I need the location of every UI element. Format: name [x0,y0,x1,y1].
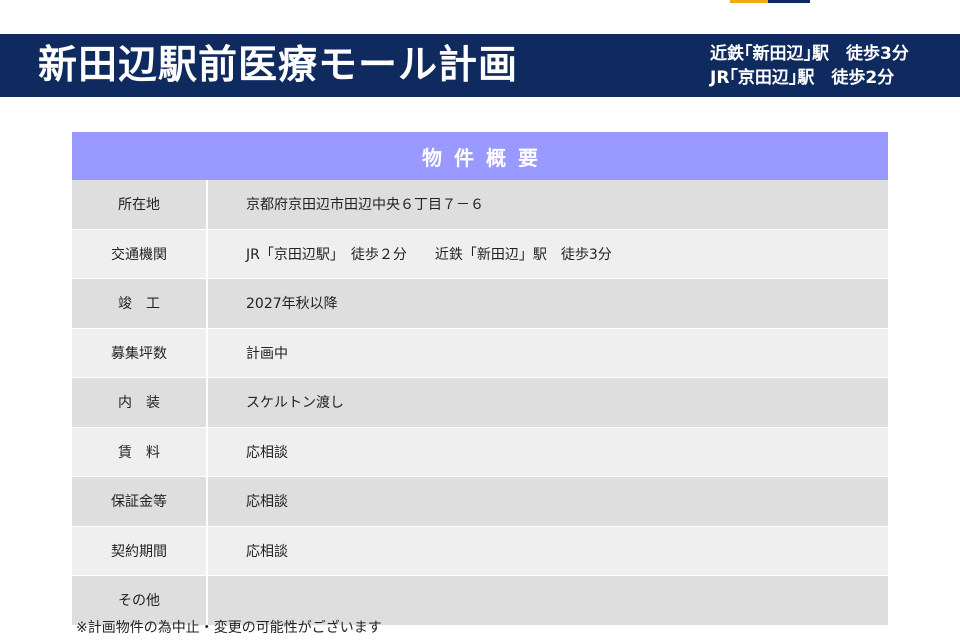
page-title: 新田辺駅前医療モール計画 [38,43,519,88]
table-row-completion: 竣 工 2027年秋以降 [72,278,888,328]
row-label: 賃 料 [72,427,208,476]
property-overview-table: 物件概要 所在地 京都府京田辺市田辺中央６丁目７－６ 交通機関 JR「京田辺駅」… [72,132,888,625]
footnote: ※計画物件の為中止・変更の可能性がございます [76,620,382,636]
top-accent-orange [730,0,768,3]
table-row-transport: 交通機関 JR「京田辺駅」 徒歩２分 近鉄「新田辺」駅 徒歩3分 [72,228,888,278]
access-kintetsu: 近鉄｢新田辺｣駅 徒歩3分 [710,44,909,64]
access-jr: JR｢京田辺｣駅 徒歩2分 [710,68,895,88]
table-row-location: 所在地 京都府京田辺市田辺中央６丁目７－６ [72,180,888,229]
row-label: 募集坪数 [72,328,208,377]
table-row-contract-term: 契約期間 応相談 [72,525,888,575]
table-row-deposit: 保証金等 応相談 [72,476,888,526]
access-info: 近鉄｢新田辺｣駅 徒歩3分 JR｢京田辺｣駅 徒歩2分 [710,42,909,90]
row-value: 応相談 [246,494,288,511]
row-value: 応相談 [246,444,288,461]
row-value: スケルトン渡し [246,395,344,412]
row-value: 応相談 [246,543,288,560]
title-banner: 新田辺駅前医療モール計画 近鉄｢新田辺｣駅 徒歩3分 JR｢京田辺｣駅 徒歩2分 [0,34,960,97]
row-label: 契約期間 [72,526,208,575]
row-label: 竣 工 [72,279,208,328]
table-row-interior: 内 装 スケルトン渡し [72,377,888,427]
row-value: 京都府京田辺市田辺中央６丁目７－６ [246,197,484,214]
table-row-rent: 賃 料 応相談 [72,426,888,476]
row-label: 内 装 [72,378,208,427]
row-value: 計画中 [246,345,288,362]
row-label: 所在地 [72,180,208,229]
row-label: 保証金等 [72,477,208,526]
row-value: 2027年秋以降 [246,296,338,313]
row-value: JR「京田辺駅」 徒歩２分 近鉄「新田辺」駅 徒歩3分 [246,246,612,263]
row-label: 交通機関 [72,229,208,278]
table-row-floor-area: 募集坪数 計画中 [72,327,888,377]
table-heading: 物件概要 [72,132,888,180]
top-accent-navy [768,0,810,3]
